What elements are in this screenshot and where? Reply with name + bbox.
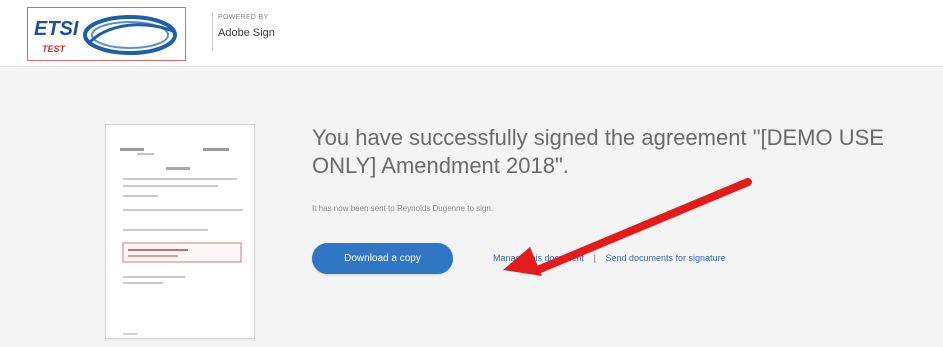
header-divider	[212, 12, 213, 50]
action-links: Manage this document | Send documents fo…	[493, 253, 726, 263]
etsi-logo-graphic: ETSI TEST	[34, 15, 177, 55]
etsi-logo[interactable]: ETSI TEST	[27, 7, 186, 61]
manage-document-link[interactable]: Manage this document	[493, 253, 584, 263]
product-name: Adobe Sign	[218, 27, 275, 39]
logo-text: ETSI	[34, 18, 79, 40]
sent-to-message: It has now been sent to Reynolds Dugenne…	[312, 204, 494, 213]
main-content: You have successfully signed the agreeme…	[0, 67, 943, 347]
logo-sub-text: TEST	[42, 44, 67, 54]
powered-by-label: POWERED BY	[218, 14, 269, 21]
success-headline: You have successfully signed the agreeme…	[312, 125, 884, 178]
link-separator: |	[593, 253, 596, 263]
app-header: ETSI TEST POWERED BY Adobe Sign	[0, 0, 943, 67]
download-copy-button[interactable]: Download a copy	[312, 243, 453, 274]
document-thumbnail[interactable]	[105, 124, 255, 339]
document-preview-graphic	[120, 148, 243, 335]
send-documents-link[interactable]: Send documents for signature	[605, 253, 725, 263]
